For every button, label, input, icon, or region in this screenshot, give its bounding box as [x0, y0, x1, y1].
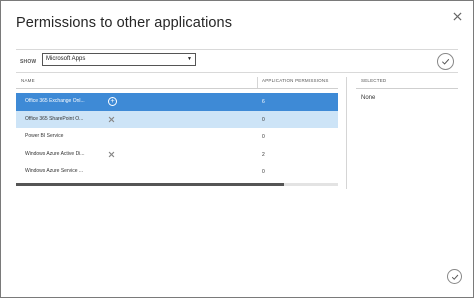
- table-row[interactable]: Windows Azure Service ... 0: [16, 163, 338, 181]
- app-name: Office 365 SharePoint O...: [25, 115, 84, 122]
- horizontal-scrollbar[interactable]: [16, 183, 338, 186]
- table-row[interactable]: Power BI Service 0: [16, 128, 338, 146]
- close-button[interactable]: [451, 10, 463, 22]
- remove-icon[interactable]: [108, 116, 116, 124]
- selected-header-divider: [356, 88, 458, 89]
- chevron-down-icon: ▼: [187, 56, 192, 62]
- permission-count: 6: [262, 99, 265, 105]
- table-row[interactable]: Office 365 SharePoint O... 0: [16, 110, 338, 128]
- apply-filter-button[interactable]: [437, 53, 454, 70]
- app-filter-select[interactable]: Microsoft Apps ▼: [42, 53, 196, 66]
- checkmark-icon: [441, 58, 450, 65]
- app-name: Office 365 Exchange Onl...: [25, 98, 85, 104]
- app-name: Windows Azure Active Di...: [25, 150, 85, 157]
- table-row[interactable]: Office 365 Exchange Onl... + 6: [16, 93, 338, 111]
- dialog-title: Permissions to other applications: [16, 15, 233, 31]
- close-icon: [452, 11, 462, 21]
- complete-button[interactable]: [447, 269, 462, 284]
- app-name: Windows Azure Service ...: [25, 168, 84, 174]
- dialog-frame: Permissions to other applications SHOW M…: [0, 0, 474, 298]
- add-icon[interactable]: +: [108, 97, 117, 106]
- applications-list: Office 365 Exchange Onl... + 6 Office 36…: [16, 93, 338, 181]
- permission-count: 2: [262, 151, 265, 158]
- permission-count: 0: [262, 134, 265, 140]
- permission-count: 0: [262, 169, 265, 175]
- panel-divider: [346, 77, 347, 189]
- filter-bar: SHOW Microsoft Apps ▼: [16, 49, 458, 73]
- show-label: SHOW: [20, 59, 37, 65]
- scrollbar-thumb[interactable]: [16, 183, 284, 186]
- permission-count: 0: [262, 116, 265, 123]
- app-filter-value: Microsoft Apps: [46, 56, 86, 62]
- selected-value: None: [361, 95, 376, 101]
- header-divider: [16, 88, 338, 89]
- checkmark-icon: [451, 274, 458, 280]
- table-row[interactable]: Windows Azure Active Di... 2: [16, 146, 338, 164]
- app-name: Power BI Service: [25, 133, 64, 139]
- remove-icon[interactable]: [108, 151, 116, 159]
